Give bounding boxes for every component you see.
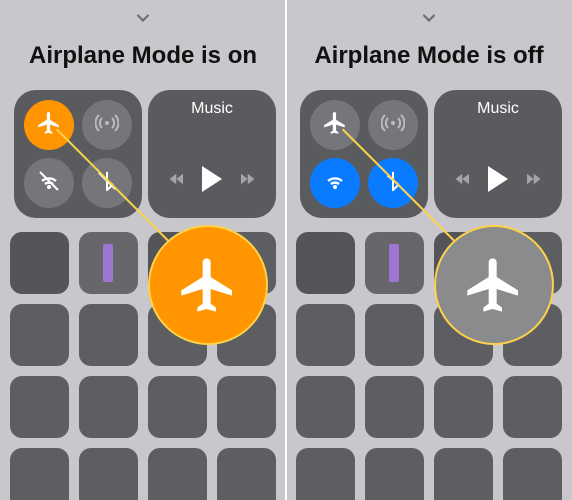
chevron-down-icon[interactable] xyxy=(130,8,156,28)
connectivity-group[interactable] xyxy=(300,90,428,218)
play-button[interactable] xyxy=(488,166,508,192)
panel-airplane-on: Airplane Mode is on xyxy=(0,0,286,500)
cellular-toggle[interactable] xyxy=(368,100,418,150)
airplane-toggle[interactable] xyxy=(310,100,360,150)
airplane-icon xyxy=(462,253,526,317)
cellular-icon xyxy=(381,111,405,140)
connectivity-group[interactable] xyxy=(14,90,142,218)
music-label: Music xyxy=(434,100,562,118)
cellular-toggle[interactable] xyxy=(82,100,132,150)
airplane-icon xyxy=(176,253,240,317)
panel-divider xyxy=(285,0,287,500)
wifi-toggle[interactable] xyxy=(24,158,74,208)
panel-airplane-off: Airplane Mode is off xyxy=(286,0,572,500)
airplane-icon xyxy=(36,110,62,141)
wifi-off-icon xyxy=(37,169,61,198)
highlight-airplane-off xyxy=(434,225,554,345)
highlight-airplane-on xyxy=(148,225,268,345)
airplane-toggle[interactable] xyxy=(24,100,74,150)
rewind-button[interactable] xyxy=(166,170,188,188)
cellular-icon xyxy=(95,111,119,140)
music-label: Music xyxy=(148,100,276,118)
chevron-down-icon[interactable] xyxy=(416,8,442,28)
bluetooth-toggle[interactable] xyxy=(82,158,132,208)
forward-button[interactable] xyxy=(236,170,258,188)
bluetooth-toggle[interactable] xyxy=(368,158,418,208)
airplane-icon xyxy=(322,110,348,141)
play-button[interactable] xyxy=(202,166,222,192)
wifi-icon xyxy=(323,169,347,198)
wifi-toggle[interactable] xyxy=(310,158,360,208)
panel-title-left: Airplane Mode is on xyxy=(0,42,286,70)
panel-title-right: Airplane Mode is off xyxy=(286,42,572,70)
music-group[interactable]: Music xyxy=(148,90,276,218)
forward-button[interactable] xyxy=(522,170,544,188)
music-group[interactable]: Music xyxy=(434,90,562,218)
rewind-button[interactable] xyxy=(452,170,474,188)
